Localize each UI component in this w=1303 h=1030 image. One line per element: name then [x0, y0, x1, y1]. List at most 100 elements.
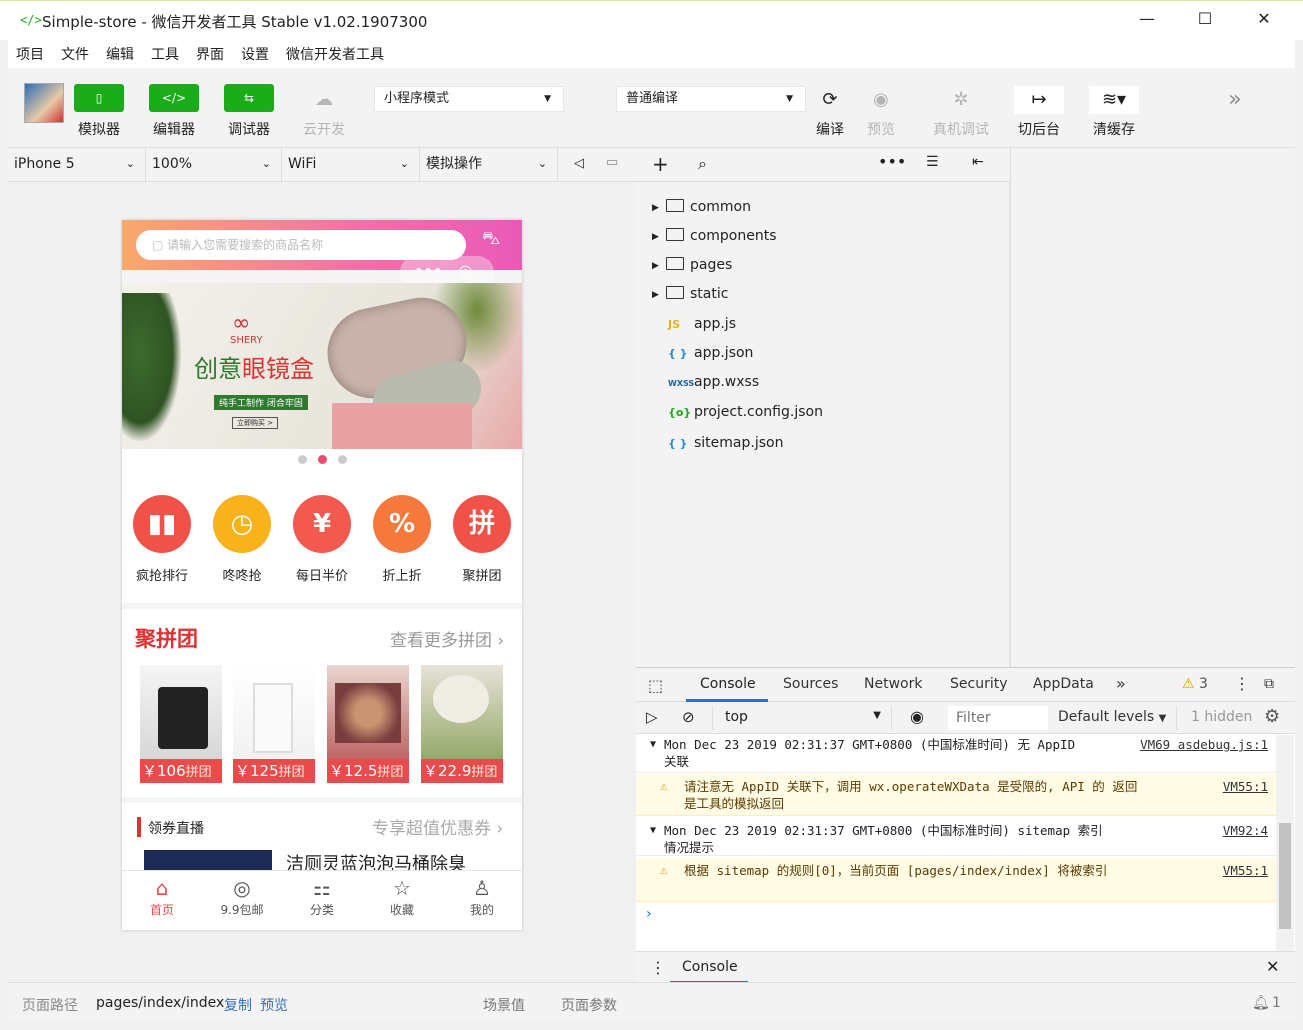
cloud-icon[interactable]: ☁ [299, 86, 349, 114]
operation-select[interactable]: 模拟操作 ⌄ [420, 148, 558, 181]
kebab-menu-icon[interactable]: ⋮ [1234, 674, 1250, 693]
refresh-icon[interactable]: ⟳ [805, 86, 855, 114]
menu-edit[interactable]: 编辑 [106, 44, 134, 64]
console-warning-entry[interactable]: ⚠ 请注意无 AppID 关联下，调用 wx.operateWXData 是受限… [636, 774, 1276, 816]
console-scrollbar[interactable] [1276, 735, 1294, 951]
tab-profile[interactable]: ♙ 我的 [442, 875, 522, 918]
banner-buy-button[interactable]: 立即购买 > [232, 417, 279, 429]
cart-icon[interactable]: ⛍ [482, 228, 501, 252]
eye-icon[interactable]: ◉ [856, 86, 906, 114]
console-log-entry[interactable]: ▼ Mon Dec 23 2019 02:31:37 GMT+0800 (中国标… [636, 735, 1276, 773]
hide-tree-icon[interactable]: ⇤ [972, 154, 984, 170]
dot-indicator-active[interactable] [318, 455, 327, 464]
console-filter-input[interactable] [948, 706, 1048, 730]
category-item[interactable]: % 折上折 [372, 495, 432, 584]
more-icon[interactable]: ••• [878, 152, 906, 171]
product-card[interactable]: ￥106拼团 [140, 665, 222, 783]
menu-wechat-devtools[interactable]: 微信开发者工具 [286, 44, 384, 64]
category-item[interactable]: ¥ 每日半价 [292, 495, 352, 584]
tab-home[interactable]: ⌂ 首页 [122, 875, 202, 918]
category-item[interactable]: ▮▮ 疯抢排行 [132, 495, 192, 584]
tab-network[interactable]: Network [864, 676, 922, 692]
file-item[interactable]: { } app.json [652, 345, 753, 367]
avatar[interactable] [24, 83, 64, 123]
volume-icon[interactable]: ◁ [574, 156, 584, 171]
undock-icon[interactable]: ⧉ [1264, 676, 1274, 692]
maximize-button[interactable]: ☐ [1190, 9, 1220, 33]
product-card[interactable]: ￥12.5拼团 [327, 665, 409, 783]
scene-button[interactable]: 场景值 [483, 995, 525, 1015]
scrollbar-thumb[interactable] [1279, 823, 1291, 929]
sidebar-toggle-icon[interactable]: ▷ [646, 708, 658, 726]
drawer-tab-console[interactable]: Console [682, 959, 738, 975]
warning-icon[interactable]: ⚠ [1182, 676, 1195, 692]
file-item[interactable]: JS app.js [652, 316, 736, 338]
coupon-more-link[interactable]: 专享超值优惠券 › [372, 814, 503, 839]
category-item[interactable]: 拼聚拼团 [452, 495, 512, 584]
dot-indicator[interactable] [298, 455, 307, 464]
debugger-toggle-button[interactable]: ⇆ [224, 84, 274, 112]
popout-icon[interactable]: ▭ [606, 155, 618, 170]
settings-gear-icon[interactable]: ⚙ [1264, 706, 1280, 727]
add-file-icon[interactable]: + [652, 152, 669, 176]
banner[interactable]: ∞ SHERY 创意眼镜盒 纯手工制作 闭合牢固 立即购买 > [122, 283, 522, 449]
tab-console[interactable]: Console [700, 676, 756, 692]
editor-toggle-button[interactable]: </> [149, 84, 199, 112]
eye-icon[interactable]: ◉ [910, 707, 924, 726]
folder-item[interactable]: ▶ static [652, 286, 728, 308]
menu-file[interactable]: 文件 [61, 44, 89, 64]
editor-area[interactable] [1010, 148, 1295, 667]
console-prompt[interactable]: › [646, 906, 652, 922]
inspect-element-icon[interactable]: ⬚ [648, 676, 663, 695]
console-log-entry[interactable]: ▼ Mon Dec 23 2019 02:31:37 GMT+0800 (中国标… [636, 818, 1276, 856]
minimize-button[interactable]: — [1132, 9, 1162, 33]
log-source-link[interactable]: VM55:1 [1223, 778, 1268, 795]
bug-icon[interactable]: ✲ [936, 86, 986, 114]
menu-project[interactable]: 项目 [16, 44, 44, 64]
copy-path-link[interactable]: 复制 [224, 995, 252, 1015]
dot-indicator[interactable] [338, 455, 347, 464]
folder-item[interactable]: ▶ common [652, 199, 751, 221]
compile-mode-select[interactable]: 普通编译 ▼ [616, 86, 806, 112]
log-source-link[interactable]: VM92:4 [1223, 822, 1268, 839]
close-icon[interactable]: ✕ [1266, 957, 1279, 976]
notification-bell-icon[interactable]: 🔔︎ [1252, 995, 1270, 1011]
switch-background-icon[interactable]: ↦ [1014, 86, 1064, 114]
product-card[interactable]: ￥22.9拼团 [421, 665, 503, 783]
simulator-toggle-button[interactable]: ▯ [74, 84, 124, 112]
tab-category[interactable]: ⚏ 分类 [282, 875, 362, 918]
close-button[interactable]: ✕ [1249, 9, 1279, 33]
menu-interface[interactable]: 界面 [196, 44, 224, 64]
network-select[interactable]: WiFi ⌄ [282, 148, 420, 181]
category-item[interactable]: ◷ 咚咚抢 [212, 495, 272, 584]
file-item[interactable]: { } sitemap.json [652, 435, 783, 457]
mode-select[interactable]: 小程序模式 ▼ [374, 86, 564, 112]
search-icon[interactable]: ⌕ [698, 154, 707, 174]
menu-tools[interactable]: 工具 [151, 44, 179, 64]
clear-console-icon[interactable]: ⊘ [682, 708, 695, 726]
console-warning-entry[interactable]: ⚠ 根据 sitemap 的规则[0]，当前页面 [pages/index/in… [636, 858, 1276, 902]
device-select[interactable]: iPhone 5 ⌄ [8, 148, 146, 181]
folder-item[interactable]: ▶ components [652, 228, 777, 250]
zoom-select[interactable]: 100% ⌄ [146, 148, 282, 181]
levels-select[interactable]: Default levels ▼ [1058, 709, 1166, 725]
context-select[interactable]: top ▼ [712, 706, 892, 730]
layers-icon[interactable]: ≋▾ [1089, 86, 1139, 114]
tab-favorites[interactable]: ☆ 收藏 [362, 875, 442, 918]
product-card[interactable]: ￥125拼团 [233, 665, 315, 783]
file-item[interactable]: {o} project.config.json [652, 404, 823, 426]
kebab-menu-icon[interactable]: ⋮ [650, 958, 666, 977]
tab-sources[interactable]: Sources [783, 676, 838, 692]
more-tabs-icon[interactable]: » [1116, 674, 1126, 693]
folder-item[interactable]: ▶ pages [652, 257, 732, 279]
tab-free-shipping[interactable]: ◎ 9.9包邮 [202, 875, 282, 918]
tab-appdata[interactable]: AppData [1033, 676, 1094, 692]
menu-settings[interactable]: 设置 [241, 44, 269, 64]
tab-security[interactable]: Security [950, 676, 1008, 692]
more-chevron-icon[interactable]: » [1210, 86, 1260, 114]
warning-count[interactable]: 3 [1199, 676, 1208, 692]
preview-link[interactable]: 预览 [260, 995, 288, 1015]
collapse-all-icon[interactable]: ☰ [926, 154, 939, 170]
notification-count[interactable]: 1 [1272, 995, 1281, 1011]
page-params-button[interactable]: 页面参数 [561, 995, 617, 1015]
